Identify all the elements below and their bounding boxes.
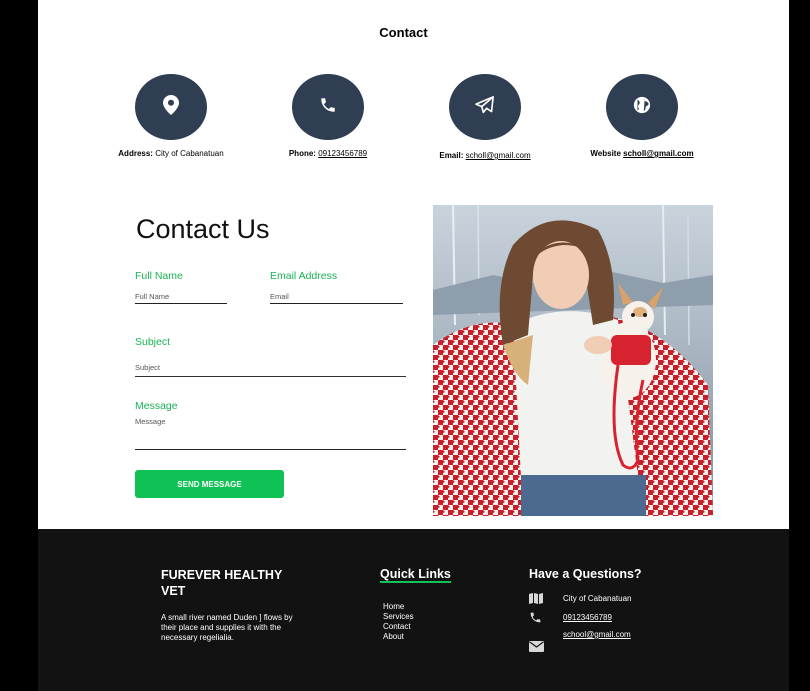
website-info: Website scholl@gmail.com — [567, 74, 717, 158]
footer-mail-icon-row — [529, 641, 563, 652]
contact-title: Contact — [379, 25, 428, 40]
questions-title: Have a Questions? — [529, 567, 642, 581]
footer-address: City of Cabanatuan — [563, 594, 632, 603]
globe-icon — [633, 96, 651, 119]
form-heading: Contact Us — [136, 214, 270, 244]
phone-label: Phone: — [288, 149, 316, 158]
address-circle — [135, 74, 207, 140]
email-link[interactable]: scholl@gmail.com — [466, 151, 531, 160]
woman-with-dog-photo — [433, 205, 713, 516]
email-info: Email: scholl@gmail.com — [410, 74, 560, 160]
quick-links-title-text: Quick Links — [380, 567, 451, 583]
send-message-button[interactable]: SEND MESSAGE — [135, 470, 284, 498]
quick-link-contact[interactable]: Contact — [383, 622, 414, 632]
quick-link-services[interactable]: Services — [383, 612, 414, 622]
subject-input[interactable] — [135, 358, 406, 377]
address-label: Address: — [118, 149, 153, 158]
email-label: Email: — [439, 151, 464, 160]
address-value: City of Cabanatuan — [155, 149, 224, 158]
phone-circle — [292, 74, 364, 140]
subject-label: Subject — [135, 336, 171, 348]
quick-links-list: Home Services Contact About — [383, 602, 414, 642]
website-link[interactable]: scholl@gmail.com — [623, 149, 693, 158]
message-textarea[interactable] — [135, 417, 406, 450]
phone-info: Phone: 09123456789 — [253, 74, 403, 158]
quick-link-home[interactable]: Home — [383, 602, 414, 612]
quick-link-about[interactable]: About — [383, 632, 414, 642]
map-pin-icon — [163, 94, 179, 120]
quick-links-title: Quick Links — [380, 567, 451, 583]
mail-icon — [529, 641, 563, 652]
phone-icon — [319, 96, 337, 119]
footer-phone-link[interactable]: 09123456789 — [563, 613, 612, 622]
message-label: Message — [135, 400, 178, 412]
footer: FUREVER HEALTHY VET A small river named … — [38, 529, 789, 691]
footer-address-row: City of Cabanatuan — [529, 593, 632, 604]
website-label: Website — [590, 149, 621, 158]
phone-icon — [529, 611, 563, 624]
footer-brand: FUREVER HEALTHY VET — [161, 568, 283, 598]
map-icon — [529, 593, 563, 604]
email-address-label: Email Address — [270, 270, 338, 282]
page: Contact Address: City of Cabanatuan Phon… — [38, 0, 789, 691]
full-name-input[interactable] — [135, 290, 227, 304]
email-input[interactable] — [270, 290, 403, 304]
send-icon — [475, 95, 495, 119]
footer-email-row: school@gmail.com — [529, 630, 631, 639]
full-name-label: Full Name — [135, 270, 183, 282]
phone-link[interactable]: 09123456789 — [318, 149, 367, 158]
footer-phone-row: 09123456789 — [529, 611, 612, 624]
email-circle — [449, 74, 521, 140]
footer-email-link[interactable]: school@gmail.com — [563, 630, 631, 639]
footer-description: A small river named Duden ] flows by the… — [161, 613, 293, 642]
website-circle — [606, 74, 678, 140]
address-info: Address: City of Cabanatuan — [96, 74, 246, 158]
